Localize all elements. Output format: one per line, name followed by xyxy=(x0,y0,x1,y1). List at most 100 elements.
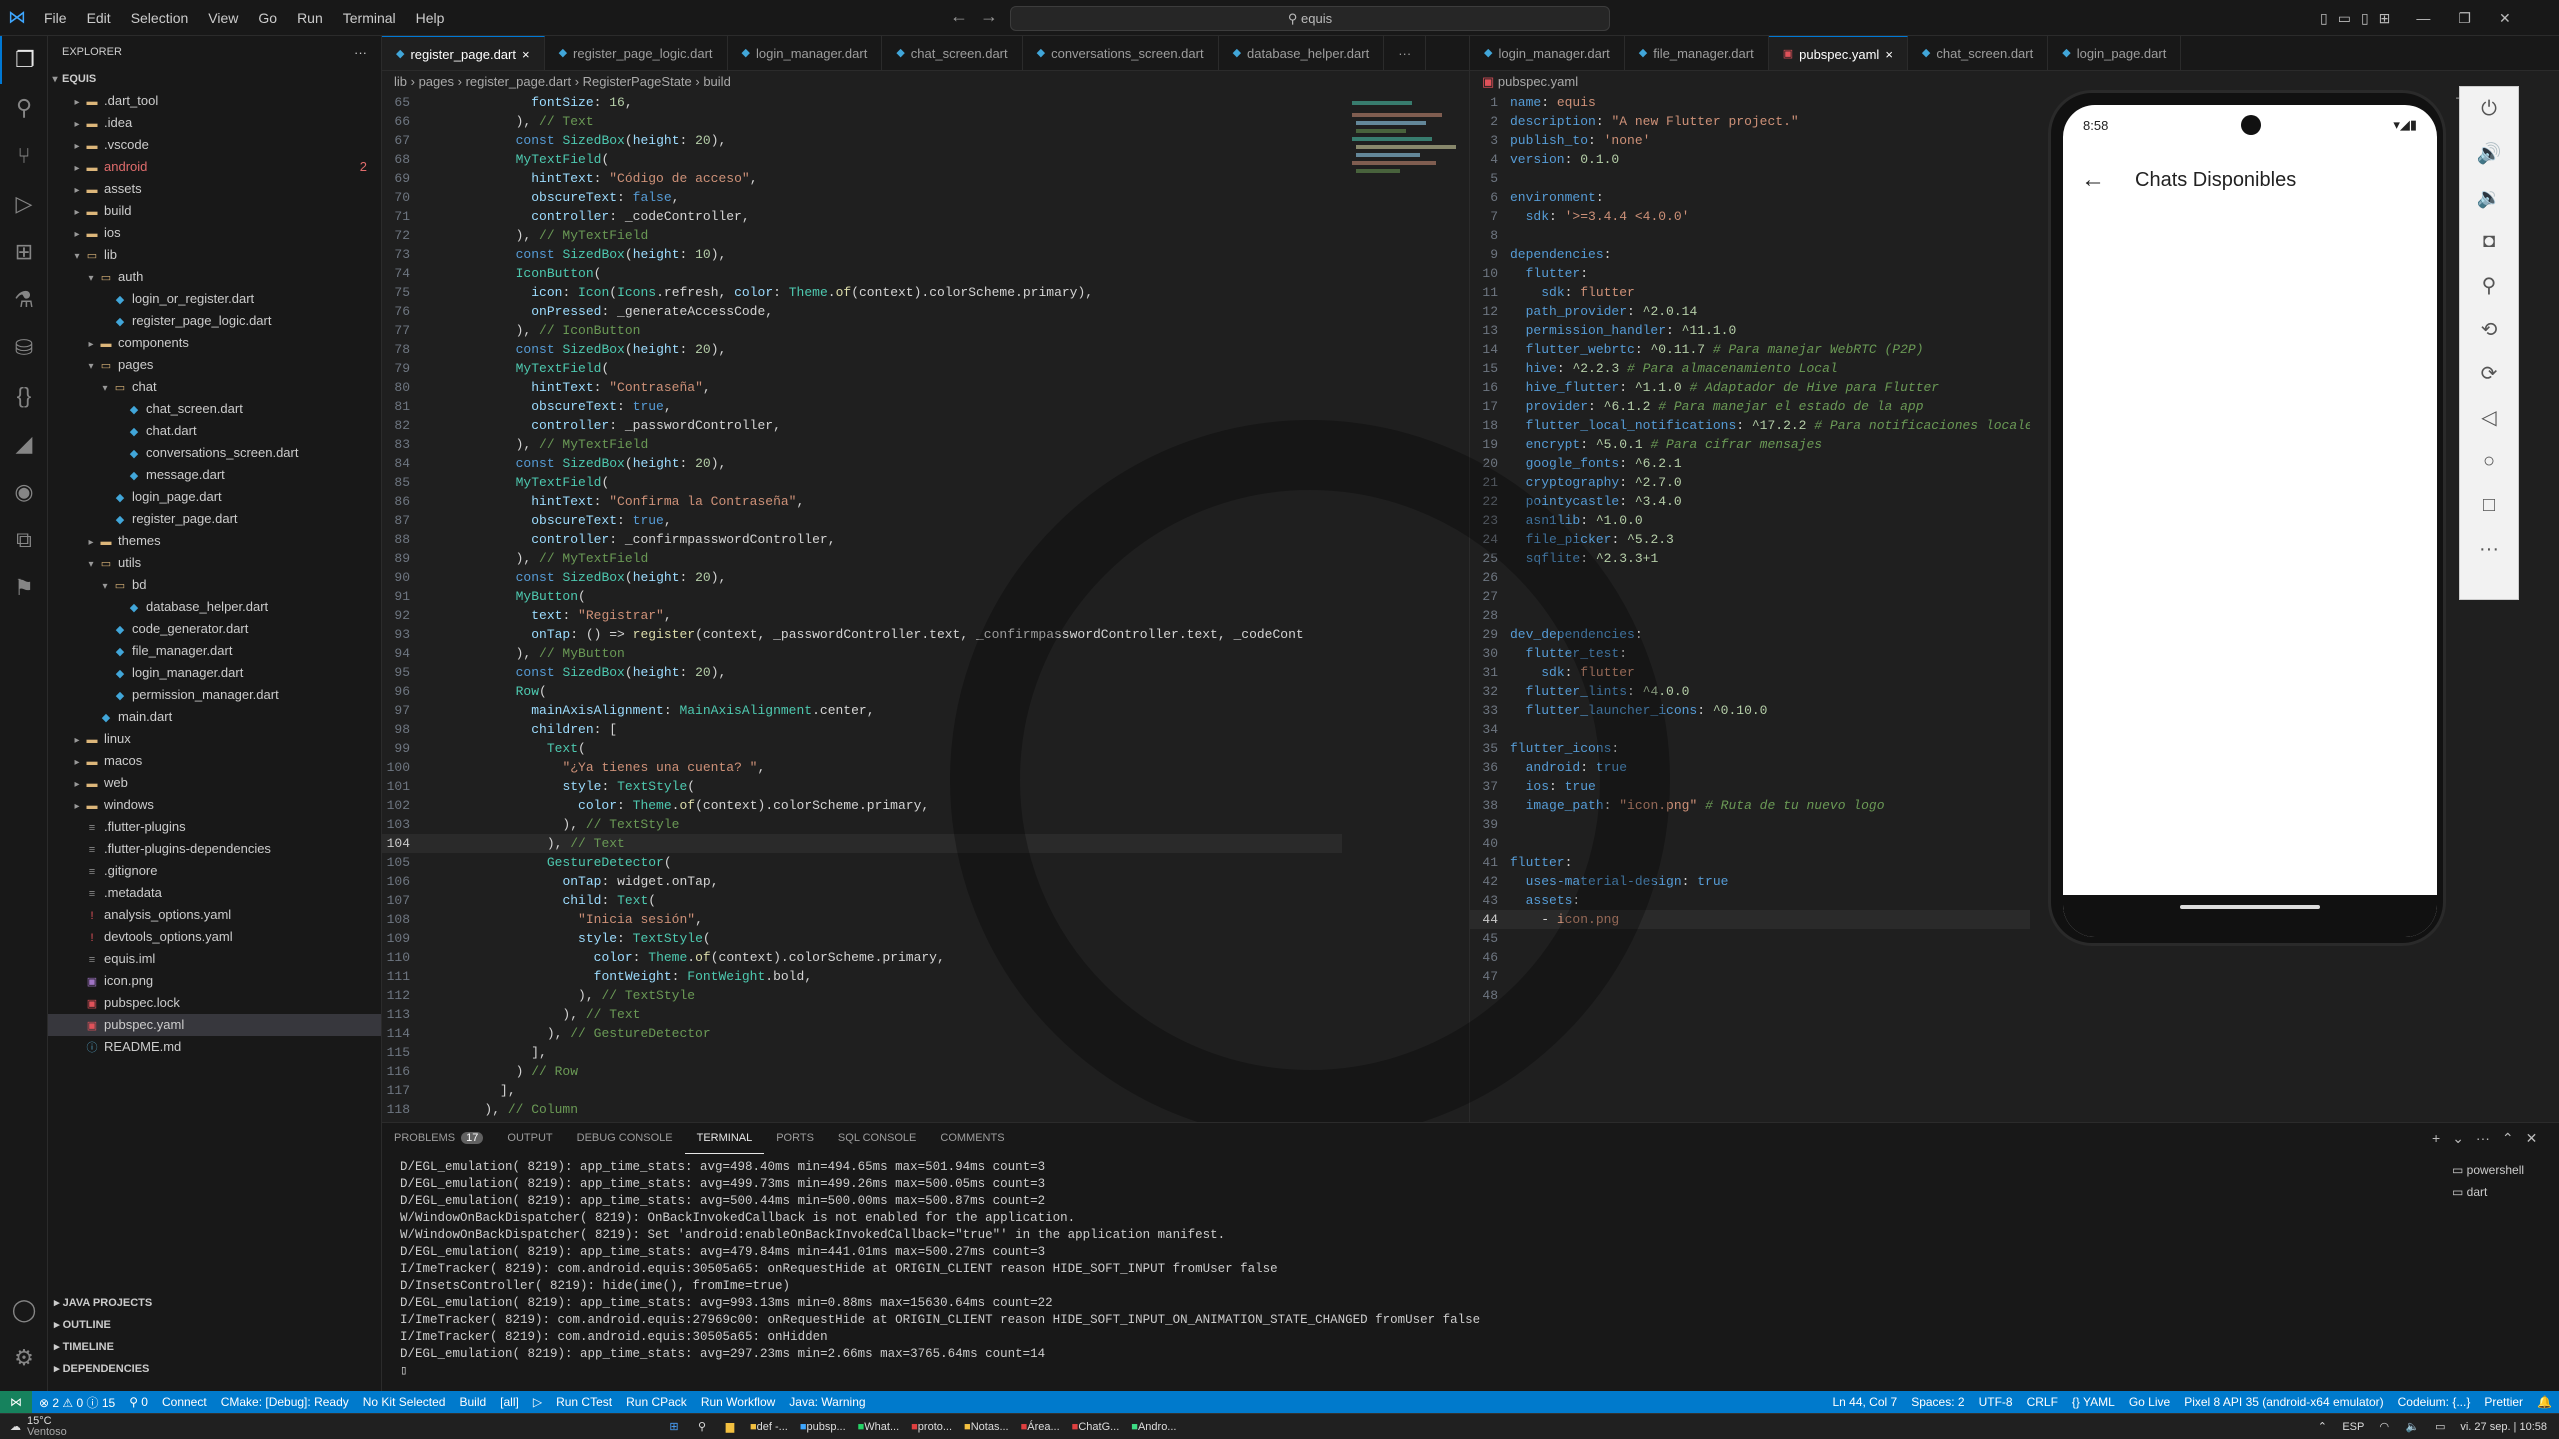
tree-item[interactable]: ◆ login_page.dart xyxy=(48,486,381,508)
start-icon[interactable]: ⊞ xyxy=(662,1415,686,1439)
terminal-instance-powershell[interactable]: ▭ powershell xyxy=(2452,1159,2552,1181)
emulator-screen[interactable]: 8:58 ▾◢▮ ← Chats Disponibles xyxy=(2063,105,2437,937)
panel-tab-sql-console[interactable]: SQL CONSOLE xyxy=(826,1123,928,1153)
wifi-icon[interactable]: ◠ xyxy=(2372,1415,2396,1439)
status-item[interactable]: ⚲ 0 xyxy=(122,1395,155,1409)
tab-chat_screen-dart[interactable]: ◆ chat_screen.dart xyxy=(882,36,1023,70)
terminal-cursor[interactable]: ▯ xyxy=(400,1363,2400,1380)
maximize-panel-icon[interactable]: ⌃ xyxy=(2502,1130,2514,1147)
status-item[interactable]: Pixel 8 API 35 (android-x64 emulator) xyxy=(2177,1395,2390,1409)
editor-more-actions[interactable]: ··· xyxy=(1384,36,1427,70)
breadcrumb-item[interactable]: RegisterPageState xyxy=(583,74,692,89)
tree-item[interactable]: ◆ code_generator.dart xyxy=(48,618,381,640)
tree-item[interactable]: ▣ icon.png xyxy=(48,970,381,992)
tab-register_page_logic-dart[interactable]: ◆ register_page_logic.dart xyxy=(545,36,728,70)
close-tab-icon[interactable]: × xyxy=(1885,37,1893,71)
tree-item[interactable]: ◆ register_page_logic.dart xyxy=(48,310,381,332)
tree-item[interactable]: ◆ register_page.dart xyxy=(48,508,381,530)
tree-item[interactable]: ▣ pubspec.lock xyxy=(48,992,381,1014)
overview-square-icon[interactable]: □ xyxy=(2460,483,2518,527)
status-item[interactable]: Go Live xyxy=(2122,1395,2177,1409)
sidebar-section-timeline[interactable]: ▸ TIMELINE xyxy=(48,1336,382,1358)
panel-tab-comments[interactable]: COMMENTS xyxy=(928,1123,1016,1153)
tree-item[interactable]: ▣ pubspec.yaml xyxy=(48,1014,381,1036)
taskbar-app[interactable]: ■ Notas... xyxy=(960,1415,1013,1439)
status-item[interactable]: Connect xyxy=(155,1395,214,1409)
tree-item[interactable]: ▸ ▬ themes xyxy=(48,530,381,552)
tree-item[interactable]: ◆ chat_screen.dart xyxy=(48,398,381,420)
camera-icon[interactable]: ◘ xyxy=(2460,219,2518,263)
status-item[interactable]: CMake: [Debug]: Ready xyxy=(214,1395,356,1409)
back-arrow-icon[interactable]: ← xyxy=(2081,166,2105,194)
tree-item[interactable]: ▸ ▬ assets xyxy=(48,178,381,200)
back-icon[interactable]: ← xyxy=(950,6,968,27)
menu-help[interactable]: Help xyxy=(406,0,455,36)
tree-item[interactable]: ▸ ▬ web xyxy=(48,772,381,794)
search-view-icon[interactable]: ⚲ xyxy=(0,84,48,132)
flutter-icon[interactable]: ◢ xyxy=(0,420,48,468)
volume-up-icon[interactable]: 🔊 xyxy=(2460,131,2518,175)
breadcrumb-item[interactable]: pages xyxy=(419,74,454,89)
remote-indicator-icon[interactable]: ⋈ xyxy=(0,1391,32,1413)
menu-selection[interactable]: Selection xyxy=(121,0,199,36)
tree-item[interactable]: ◆ message.dart xyxy=(48,464,381,486)
gesture-handle[interactable] xyxy=(2180,905,2320,909)
tree-item[interactable]: ◆ database_helper.dart xyxy=(48,596,381,618)
rotate-left-icon[interactable]: ⟲ xyxy=(2460,307,2518,351)
extensions-icon[interactable]: ⊞ xyxy=(0,228,48,276)
forward-icon[interactable]: → xyxy=(980,6,998,27)
code-editor[interactable]: 65 fontSize: 16, 66 ), // Text 67 const Si… xyxy=(382,93,1342,1122)
breadcrumb-item[interactable]: build xyxy=(703,74,730,89)
minimize-icon[interactable]: — xyxy=(2416,10,2430,26)
more-icon[interactable]: ··· xyxy=(2460,527,2518,571)
close-tab-icon[interactable]: × xyxy=(522,37,530,71)
tree-item[interactable]: ≡ .flutter-plugins xyxy=(48,816,381,838)
tree-item[interactable]: ≡ .metadata xyxy=(48,882,381,904)
tab-database_helper-dart[interactable]: ◆ database_helper.dart xyxy=(1219,36,1385,70)
status-item[interactable]: CRLF xyxy=(2020,1395,2065,1409)
home-circle-icon[interactable]: ○ xyxy=(2460,439,2518,483)
tree-item[interactable]: ◆ login_manager.dart xyxy=(48,662,381,684)
tree-item[interactable]: ◆ file_manager.dart xyxy=(48,640,381,662)
layout-icon[interactable]: ⊞ xyxy=(2379,10,2391,27)
status-item[interactable]: Run CPack xyxy=(619,1395,694,1409)
taskbar-app[interactable]: ■ pubsp... xyxy=(796,1415,850,1439)
status-item[interactable]: Spaces: 2 xyxy=(1904,1395,1971,1409)
github-icon[interactable]: ◉ xyxy=(0,468,48,516)
battery-tray-icon[interactable]: ▭ xyxy=(2428,1415,2452,1439)
tree-item[interactable]: ≡ equis.iml xyxy=(48,948,381,970)
taskbar-app[interactable]: ■ Andro... xyxy=(1127,1415,1180,1439)
source-control-icon[interactable]: ⑂ xyxy=(0,132,48,180)
status-item[interactable]: [all] xyxy=(493,1395,526,1409)
sidebar-section-java-projects[interactable]: ▸ JAVA PROJECTS xyxy=(48,1292,382,1314)
status-item[interactable]: No Kit Selected xyxy=(356,1395,453,1409)
yaml-editor[interactable]: 1 name: equis 2 description: "A new Flutter… xyxy=(1470,93,2030,1122)
input-language[interactable]: ESP xyxy=(2338,1415,2368,1439)
status-item[interactable]: Codeium: {...} xyxy=(2391,1395,2478,1409)
close-panel-icon[interactable]: ✕ xyxy=(2526,1130,2538,1147)
tree-item[interactable]: ▸ ▬ ios xyxy=(48,222,381,244)
database-icon[interactable]: ⛁ xyxy=(0,324,48,372)
tree-item[interactable]: ▾ ▭ bd xyxy=(48,574,381,596)
panel-tab-ports[interactable]: PORTS xyxy=(764,1123,826,1153)
tree-item[interactable]: ▸ ▬ components xyxy=(48,332,381,354)
menu-terminal[interactable]: Terminal xyxy=(333,0,406,36)
panel-tab-output[interactable]: OUTPUT xyxy=(495,1123,564,1153)
status-item[interactable]: ⊗ 2 ⚠ 0 ⓘ 15 xyxy=(32,1394,122,1411)
status-item[interactable]: Build xyxy=(452,1395,493,1409)
maximize-icon[interactable]: ❐ xyxy=(2458,10,2471,27)
tree-item[interactable]: ≡ .flutter-plugins-dependencies xyxy=(48,838,381,860)
tree-item[interactable]: ▾ ▭ pages xyxy=(48,354,381,376)
tree-item[interactable]: ◆ main.dart xyxy=(48,706,381,728)
breadcrumb-item[interactable]: lib xyxy=(394,74,407,89)
close-icon[interactable]: ✕ xyxy=(2499,10,2511,27)
taskbar-app[interactable]: ■ ChatG... xyxy=(1068,1415,1124,1439)
taskbar-app[interactable]: ■ proto... xyxy=(907,1415,956,1439)
notifications-bell-icon[interactable]: 🔔 xyxy=(2530,1395,2559,1409)
settings-gear-icon[interactable]: ⚙ xyxy=(0,1334,48,1382)
tree-item[interactable]: ▸ ▬ .idea xyxy=(48,112,381,134)
tree-item[interactable]: ≡ .gitignore xyxy=(48,860,381,882)
back-triangle-icon[interactable]: ◁ xyxy=(2460,395,2518,439)
status-item[interactable]: Prettier xyxy=(2477,1395,2530,1409)
tab-login_page-dart[interactable]: ◆ login_page.dart xyxy=(2048,36,2182,70)
